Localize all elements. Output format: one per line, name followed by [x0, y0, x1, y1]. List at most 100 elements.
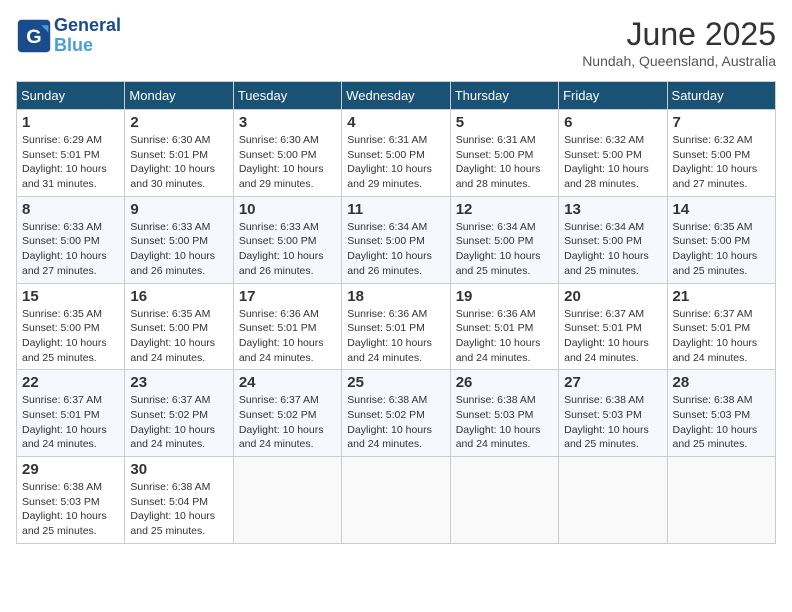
calendar-cell [450, 457, 558, 544]
day-info: Sunrise: 6:35 AM Sunset: 5:00 PM Dayligh… [130, 307, 227, 366]
day-info: Sunrise: 6:38 AM Sunset: 5:03 PM Dayligh… [22, 480, 119, 539]
calendar-cell: 23Sunrise: 6:37 AM Sunset: 5:02 PM Dayli… [125, 370, 233, 457]
day-info: Sunrise: 6:38 AM Sunset: 5:03 PM Dayligh… [564, 393, 661, 452]
calendar-row: 8Sunrise: 6:33 AM Sunset: 5:00 PM Daylig… [17, 196, 776, 283]
day-number: 17 [239, 288, 336, 305]
day-number: 11 [347, 201, 444, 218]
col-sunday: Sunday [17, 82, 125, 110]
day-number: 15 [22, 288, 119, 305]
calendar-cell: 8Sunrise: 6:33 AM Sunset: 5:00 PM Daylig… [17, 196, 125, 283]
day-info: Sunrise: 6:31 AM Sunset: 5:00 PM Dayligh… [347, 133, 444, 192]
day-number: 21 [673, 288, 770, 305]
calendar-cell: 19 Sunrise: 6:36 AM Sunset: 5:01 PM Dayli… [450, 283, 558, 370]
calendar-cell: 13Sunrise: 6:34 AM Sunset: 5:00 PM Dayli… [559, 196, 667, 283]
day-info: Sunrise: 6:31 AM Sunset: 5:00 PM Dayligh… [456, 133, 553, 192]
day-number: 9 [130, 201, 227, 218]
day-number: 6 [564, 114, 661, 131]
day-info: Sunrise: 6:30 AM Sunset: 5:01 PM Dayligh… [130, 133, 227, 192]
day-info: Sunrise: 6:38 AM Sunset: 5:02 PM Dayligh… [347, 393, 444, 452]
calendar-cell: 15 Sunrise: 6:35 AM Sunset: 5:00 PM Dayli… [17, 283, 125, 370]
day-info: Sunrise: 6:37 AM Sunset: 5:01 PM Dayligh… [673, 307, 770, 366]
calendar-row: 1 Sunrise: 6:29 AM Sunset: 5:01 PM Daylig… [17, 110, 776, 197]
calendar-cell [667, 457, 775, 544]
day-number: 23 [130, 374, 227, 391]
col-saturday: Saturday [667, 82, 775, 110]
day-number: 18 [347, 288, 444, 305]
day-info: Sunrise: 6:34 AM Sunset: 5:00 PM Dayligh… [347, 220, 444, 279]
day-number: 3 [239, 114, 336, 131]
day-number: 16 [130, 288, 227, 305]
day-number: 14 [673, 201, 770, 218]
calendar-cell: 22 Sunrise: 6:37 AM Sunset: 5:01 PM Dayli… [17, 370, 125, 457]
day-info: Sunrise: 6:33 AM Sunset: 5:00 PM Dayligh… [239, 220, 336, 279]
day-info: Sunrise: 6:32 AM Sunset: 5:00 PM Dayligh… [673, 133, 770, 192]
day-info: Sunrise: 6:35 AM Sunset: 5:00 PM Dayligh… [673, 220, 770, 279]
day-number: 27 [564, 374, 661, 391]
col-monday: Monday [125, 82, 233, 110]
month-title: June 2025 [582, 16, 776, 53]
day-number: 24 [239, 374, 336, 391]
calendar-row: 29Sunrise: 6:38 AM Sunset: 5:03 PM Dayli… [17, 457, 776, 544]
day-info: Sunrise: 6:32 AM Sunset: 5:00 PM Dayligh… [564, 133, 661, 192]
calendar-cell [233, 457, 341, 544]
day-number: 1 [22, 114, 119, 131]
calendar-cell: 26Sunrise: 6:38 AM Sunset: 5:03 PM Dayli… [450, 370, 558, 457]
calendar-cell [342, 457, 450, 544]
col-wednesday: Wednesday [342, 82, 450, 110]
day-info: Sunrise: 6:37 AM Sunset: 5:01 PM Dayligh… [22, 393, 119, 452]
calendar-cell: 2Sunrise: 6:30 AM Sunset: 5:01 PM Daylig… [125, 110, 233, 197]
day-number: 12 [456, 201, 553, 218]
day-info: Sunrise: 6:36 AM Sunset: 5:01 PM Dayligh… [347, 307, 444, 366]
calendar-cell: 6 Sunrise: 6:32 AM Sunset: 5:00 PM Daylig… [559, 110, 667, 197]
day-info: Sunrise: 6:33 AM Sunset: 5:00 PM Dayligh… [22, 220, 119, 279]
page-header: G GeneralBlue June 2025 Nundah, Queensla… [16, 16, 776, 69]
calendar-cell: 16 Sunrise: 6:35 AM Sunset: 5:00 PM Dayli… [125, 283, 233, 370]
calendar-table: Sunday Monday Tuesday Wednesday Thursday… [16, 81, 776, 544]
calendar-cell: 4 Sunrise: 6:31 AM Sunset: 5:00 PM Daylig… [342, 110, 450, 197]
day-info: Sunrise: 6:34 AM Sunset: 5:00 PM Dayligh… [564, 220, 661, 279]
calendar-cell: 30Sunrise: 6:38 AM Sunset: 5:04 PM Dayli… [125, 457, 233, 544]
calendar-cell: 3 Sunrise: 6:30 AM Sunset: 5:00 PM Daylig… [233, 110, 341, 197]
col-thursday: Thursday [450, 82, 558, 110]
calendar-cell: 17Sunrise: 6:36 AM Sunset: 5:01 PM Dayli… [233, 283, 341, 370]
calendar-cell: 9 Sunrise: 6:33 AM Sunset: 5:00 PM Daylig… [125, 196, 233, 283]
day-number: 22 [22, 374, 119, 391]
day-number: 25 [347, 374, 444, 391]
day-info: Sunrise: 6:38 AM Sunset: 5:04 PM Dayligh… [130, 480, 227, 539]
calendar-cell: 28 Sunrise: 6:38 AM Sunset: 5:03 PM Dayli… [667, 370, 775, 457]
calendar-cell: 20 Sunrise: 6:37 AM Sunset: 5:01 PM Dayli… [559, 283, 667, 370]
day-info: Sunrise: 6:36 AM Sunset: 5:01 PM Dayligh… [456, 307, 553, 366]
day-info: Sunrise: 6:38 AM Sunset: 5:03 PM Dayligh… [673, 393, 770, 452]
svg-text:G: G [26, 26, 41, 48]
logo-text: GeneralBlue [54, 16, 121, 56]
title-area: June 2025 Nundah, Queensland, Australia [582, 16, 776, 69]
calendar-cell: 18 Sunrise: 6:36 AM Sunset: 5:01 PM Dayli… [342, 283, 450, 370]
calendar-cell: 14 Sunrise: 6:35 AM Sunset: 5:00 PM Dayli… [667, 196, 775, 283]
day-info: Sunrise: 6:35 AM Sunset: 5:00 PM Dayligh… [22, 307, 119, 366]
logo-icon: G [16, 18, 52, 54]
day-number: 7 [673, 114, 770, 131]
calendar-cell: 27 Sunrise: 6:38 AM Sunset: 5:03 PM Dayli… [559, 370, 667, 457]
day-info: Sunrise: 6:29 AM Sunset: 5:01 PM Dayligh… [22, 133, 119, 192]
calendar-cell: 21 Sunrise: 6:37 AM Sunset: 5:01 PM Dayli… [667, 283, 775, 370]
day-number: 28 [673, 374, 770, 391]
calendar-row: 15 Sunrise: 6:35 AM Sunset: 5:00 PM Dayli… [17, 283, 776, 370]
calendar-cell: 12 Sunrise: 6:34 AM Sunset: 5:00 PM Dayli… [450, 196, 558, 283]
calendar-cell [559, 457, 667, 544]
calendar-cell: 1 Sunrise: 6:29 AM Sunset: 5:01 PM Daylig… [17, 110, 125, 197]
day-info: Sunrise: 6:38 AM Sunset: 5:03 PM Dayligh… [456, 393, 553, 452]
calendar-cell: 25 Sunrise: 6:38 AM Sunset: 5:02 PM Dayli… [342, 370, 450, 457]
day-number: 19 [456, 288, 553, 305]
day-info: Sunrise: 6:37 AM Sunset: 5:01 PM Dayligh… [564, 307, 661, 366]
day-info: Sunrise: 6:34 AM Sunset: 5:00 PM Dayligh… [456, 220, 553, 279]
day-info: Sunrise: 6:37 AM Sunset: 5:02 PM Dayligh… [239, 393, 336, 452]
day-info: Sunrise: 6:30 AM Sunset: 5:00 PM Dayligh… [239, 133, 336, 192]
location: Nundah, Queensland, Australia [582, 53, 776, 69]
day-info: Sunrise: 6:33 AM Sunset: 5:00 PM Dayligh… [130, 220, 227, 279]
day-number: 20 [564, 288, 661, 305]
day-number: 4 [347, 114, 444, 131]
day-number: 5 [456, 114, 553, 131]
day-number: 10 [239, 201, 336, 218]
logo: G GeneralBlue [16, 16, 121, 56]
col-friday: Friday [559, 82, 667, 110]
